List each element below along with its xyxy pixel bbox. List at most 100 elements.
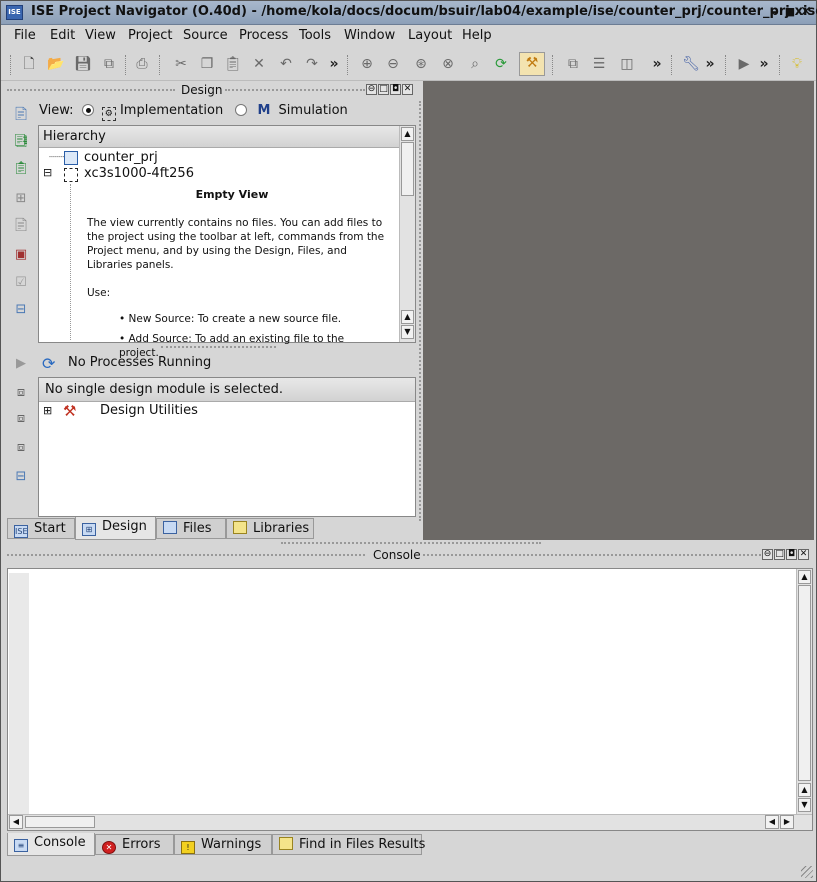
drag-handle[interactable] <box>423 554 761 557</box>
menu-edit[interactable]: Edit <box>50 28 75 43</box>
tab-design[interactable]: ⊞ Design <box>75 517 156 540</box>
scroll-up-icon[interactable]: ▲ <box>798 570 811 584</box>
title-bar[interactable]: ISE ISE Project Navigator (O.40d) - /hom… <box>1 1 817 25</box>
process-item-design-utilities[interactable]: Design Utilities <box>100 403 198 418</box>
scroll-right-icon[interactable]: ▶ <box>780 815 794 829</box>
chip-icon[interactable]: ▣ <box>11 245 31 265</box>
console-panel-header[interactable]: Console ⊖ □ ◘ ✕ <box>7 548 813 563</box>
new-file-icon[interactable]: 🗋 <box>19 54 39 74</box>
tab-find-in-files[interactable]: Find in Files Results <box>272 834 425 855</box>
save-icon[interactable]: 💾︎ <box>73 54 93 74</box>
zoom-to-icon[interactable]: ⌕ <box>465 54 485 74</box>
close-button[interactable]: ✕ <box>798 4 814 20</box>
scroll-left-icon[interactable]: ◀ <box>765 815 779 829</box>
hierarchy-header[interactable]: Hierarchy <box>39 126 399 148</box>
vertical-splitter[interactable] <box>419 101 422 521</box>
simulation-label[interactable]: Simulation <box>279 103 348 118</box>
process-layout-icon[interactable]: ⊟ <box>11 467 31 487</box>
resize-grip[interactable] <box>801 866 813 878</box>
panel-close-icon[interactable]: ✕ <box>402 84 413 95</box>
copy-icon[interactable]: ❐ <box>197 54 217 74</box>
panel-restore-icon[interactable]: ⊖ <box>366 84 377 95</box>
cascade-windows-icon[interactable]: ⧉ <box>563 54 583 74</box>
print-icon[interactable]: ⎙ <box>132 54 152 74</box>
splitter-handle[interactable] <box>281 542 541 545</box>
panel-restore-icon[interactable]: ⊖ <box>762 549 773 560</box>
scroll-thumb[interactable] <box>798 585 811 781</box>
zoom-selected-icon[interactable]: ⊗ <box>438 54 458 74</box>
run-process-icon[interactable]: ▶ <box>11 354 31 374</box>
maximize-button[interactable]: ■ <box>782 4 798 20</box>
panel-maximize-icon[interactable]: ◘ <box>786 549 797 560</box>
menu-project[interactable]: Project <box>128 28 172 43</box>
console-vertical-scrollbar[interactable]: ▲ ▲ ▼ <box>796 569 812 815</box>
toolbar-overflow-icon[interactable]: » <box>324 54 344 74</box>
menu-source[interactable]: Source <box>183 28 228 43</box>
add-source-icon[interactable]: 📑︎ <box>11 132 31 152</box>
scroll-left-icon[interactable]: ◀ <box>9 815 23 829</box>
panel-float-icon[interactable]: □ <box>774 549 785 560</box>
minimize-button[interactable]: – <box>767 4 783 20</box>
delete-icon[interactable]: ✕ <box>249 54 269 74</box>
menu-process[interactable]: Process <box>239 28 288 43</box>
refresh-process-icon[interactable]: ⟳ <box>42 354 55 373</box>
scroll-thumb[interactable] <box>25 816 95 828</box>
add-copy-source-icon[interactable]: 📋︎ <box>11 159 31 179</box>
toolbar-grip[interactable] <box>10 55 12 75</box>
implementation-radio[interactable] <box>81 104 94 116</box>
simulation-radio[interactable] <box>235 104 248 116</box>
redo-icon[interactable]: ↷ <box>302 54 322 74</box>
drag-handle[interactable] <box>7 554 365 557</box>
panel-layout-icon[interactable]: ⊟ <box>11 300 31 320</box>
hierarchy-scrollbar[interactable]: ▲ ▲ ▼ <box>399 126 415 342</box>
toolbar-overflow-icon[interactable]: » <box>754 54 774 74</box>
process-tree-icon[interactable]: ⧈ <box>11 383 31 403</box>
zoom-full-icon[interactable]: ⊛ <box>411 54 431 74</box>
menu-file[interactable]: File <box>14 28 36 43</box>
zoom-out-icon[interactable]: ⊖ <box>383 54 403 74</box>
rerun-process-icon[interactable]: ⧈ <box>11 409 31 429</box>
open-folder-icon[interactable]: 📂 <box>46 54 66 74</box>
tile-horizontal-icon[interactable]: ☰ <box>589 54 609 74</box>
console-horizontal-scrollbar[interactable]: ◀ ◀ ▶ <box>8 814 812 830</box>
save-all-icon[interactable]: ⧉ <box>99 54 119 74</box>
rerun-all-icon[interactable]: ⧈ <box>11 438 31 458</box>
paste-icon[interactable]: 📋︎ <box>223 54 243 74</box>
tab-files[interactable]: Files <box>156 518 226 539</box>
tree-collapse-icon[interactable]: ⊟ <box>43 166 52 179</box>
tab-console[interactable]: ≡ Console <box>7 833 95 856</box>
drag-handle[interactable] <box>7 89 175 92</box>
undo-icon[interactable]: ↶ <box>276 54 296 74</box>
tab-start[interactable]: ISE Start <box>7 518 75 539</box>
workspace-area[interactable] <box>423 81 814 540</box>
tab-libraries[interactable]: Libraries <box>226 518 314 539</box>
menu-view[interactable]: View <box>85 28 116 43</box>
processes-header[interactable]: No single design module is selected. <box>39 378 415 402</box>
console-output[interactable]: ▲ ▲ ▼ ◀ ◀ ▶ <box>7 568 813 831</box>
drag-handle[interactable] <box>225 89 365 92</box>
tab-errors[interactable]: ✕ Errors <box>95 834 174 855</box>
panel-float-icon[interactable]: □ <box>378 84 389 95</box>
run-icon[interactable]: ▶ <box>734 54 754 74</box>
design-panel-header[interactable]: Design ⊖ □ ◘ ✕ <box>7 83 417 98</box>
menu-tools[interactable]: Tools <box>299 28 331 43</box>
tree-expand-icon[interactable]: ⊞ <box>43 404 52 417</box>
splitter-handle[interactable] <box>161 346 276 349</box>
lightbulb-icon[interactable]: 💡︎ <box>787 54 807 74</box>
cut-icon[interactable]: ✂ <box>171 54 191 74</box>
tab-warnings[interactable]: ! Warnings <box>174 834 272 855</box>
toolbar-overflow-icon[interactable]: » <box>647 54 667 74</box>
zoom-in-icon[interactable]: ⊕ <box>357 54 377 74</box>
menu-help[interactable]: Help <box>462 28 492 43</box>
hierarchy-icon[interactable]: ⊞ <box>11 189 31 209</box>
wrench-icon[interactable]: 🔧︎ <box>681 54 701 74</box>
refresh-icon[interactable]: ⟳ <box>491 54 511 74</box>
tree-item-project[interactable]: counter_prj <box>84 150 158 165</box>
hammer-tool-icon[interactable]: ⚒ <box>519 52 545 76</box>
toolbar-overflow-icon[interactable]: » <box>700 54 720 74</box>
scroll-up-icon[interactable]: ▲ <box>798 783 811 797</box>
tile-vertical-icon[interactable]: ◫ <box>617 54 637 74</box>
new-source-icon[interactable]: 📄︎ <box>11 105 31 125</box>
menu-window[interactable]: Window <box>344 28 395 43</box>
scroll-thumb[interactable] <box>401 142 414 196</box>
